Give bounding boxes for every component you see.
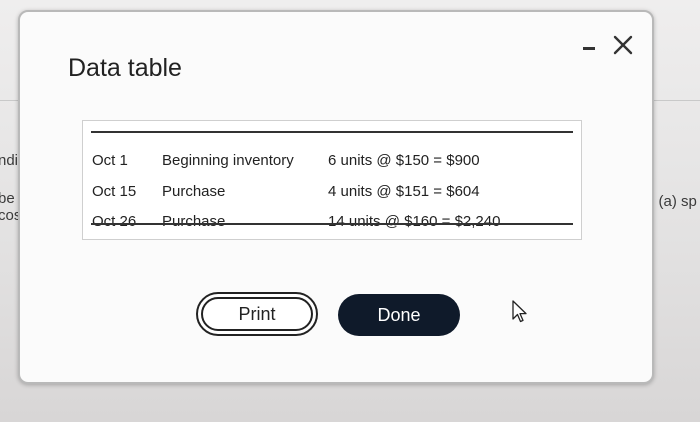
row-date: Oct 1: [92, 152, 128, 169]
background-text-fragment: be: [0, 190, 15, 207]
table-row: Oct 15 Purchase 4 units @ $151 = $604: [92, 183, 572, 207]
row-description: Purchase: [162, 183, 226, 200]
inventory-table: Oct 1 Beginning inventory 6 units @ $150…: [82, 120, 582, 240]
table-row: Oct 26 Purchase 14 units @ $160 = $2,240: [92, 213, 572, 237]
done-button[interactable]: Done: [338, 294, 460, 336]
print-button-label: Print: [201, 297, 313, 331]
data-table-dialog: Data table Oct 1 Beginning inventory 6 u…: [18, 10, 654, 384]
table-row: Oct 1 Beginning inventory 6 units @ $150…: [92, 152, 572, 176]
row-description: Beginning inventory: [162, 152, 294, 169]
row-calculation: 6 units @ $150 = $900: [328, 152, 480, 169]
row-date: Oct 15: [92, 183, 137, 200]
dialog-title: Data table: [68, 54, 182, 82]
table-top-rule: [91, 131, 573, 133]
row-date: Oct 26: [92, 213, 137, 230]
row-calculation: 4 units @ $151 = $604: [328, 183, 480, 200]
background-text-fragment: ndi: [0, 152, 19, 169]
print-button[interactable]: Print: [196, 292, 318, 336]
table-bottom-rule: [91, 223, 573, 225]
row-calculation: 14 units @ $160 = $2,240: [328, 213, 501, 230]
minimize-icon[interactable]: [580, 38, 598, 52]
window-controls: [580, 34, 634, 56]
close-icon[interactable]: [612, 34, 634, 56]
row-description: Purchase: [162, 213, 226, 230]
mouse-pointer-icon: [512, 300, 527, 323]
